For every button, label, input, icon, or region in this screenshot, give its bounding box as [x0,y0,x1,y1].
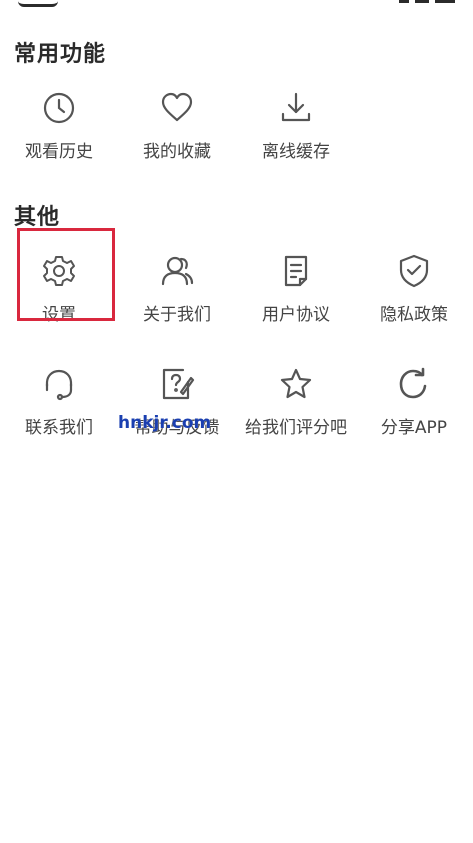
privacy-policy-item[interactable]: 隐私政策 [355,243,473,353]
status-time-fragment [18,0,58,7]
common-functions-row: 观看历史 我的收藏 离线缓存 [0,80,473,190]
offline-cache-item[interactable]: 离线缓存 [237,80,355,190]
settings-item[interactable]: 设置 [0,243,118,353]
favorites-item[interactable]: 我的收藏 [118,80,236,190]
star-icon [278,366,314,402]
headset-icon [41,366,77,402]
clock-icon [41,90,77,126]
rate-us-label: 给我们评分吧 [245,418,347,438]
share-app-item[interactable]: 分享APP [355,356,473,466]
history-label: 观看历史 [25,142,93,162]
privacy-policy-label: 隐私政策 [380,305,448,325]
section-title-common: 常用功能 [14,42,107,67]
share-app-label: 分享APP [380,418,448,438]
user-agreement-label: 用户协议 [262,305,330,325]
about-us-label: 关于我们 [143,305,211,325]
section-title-other: 其他 [14,205,61,230]
settings-label: 设置 [42,305,76,325]
help-feedback-label: 帮助与反馈 [134,418,220,438]
shield-check-icon [396,253,432,289]
other-row-2: 联系我们 帮助与反馈 给我们评分吧 分享APP [0,356,473,466]
users-icon [159,253,195,289]
rate-us-item[interactable]: 给我们评分吧 [237,356,355,466]
offline-cache-label: 离线缓存 [262,142,330,162]
help-edit-icon [159,366,195,402]
gear-icon [41,253,77,289]
user-agreement-item[interactable]: 用户协议 [237,243,355,353]
favorites-label: 我的收藏 [143,142,211,162]
share-refresh-icon [396,366,432,402]
heart-icon [159,90,195,126]
document-icon [278,253,314,289]
history-item[interactable]: 观看历史 [0,80,118,190]
about-us-item[interactable]: 关于我们 [118,243,236,353]
contact-us-item[interactable]: 联系我们 [0,356,118,466]
download-icon [278,90,314,126]
other-row-1: 设置 关于我们 用户协议 隐私政策 [0,243,473,353]
status-icons [399,0,455,3]
status-bar [0,0,473,14]
contact-us-label: 联系我们 [25,418,93,438]
help-feedback-item[interactable]: 帮助与反馈 [118,356,236,466]
